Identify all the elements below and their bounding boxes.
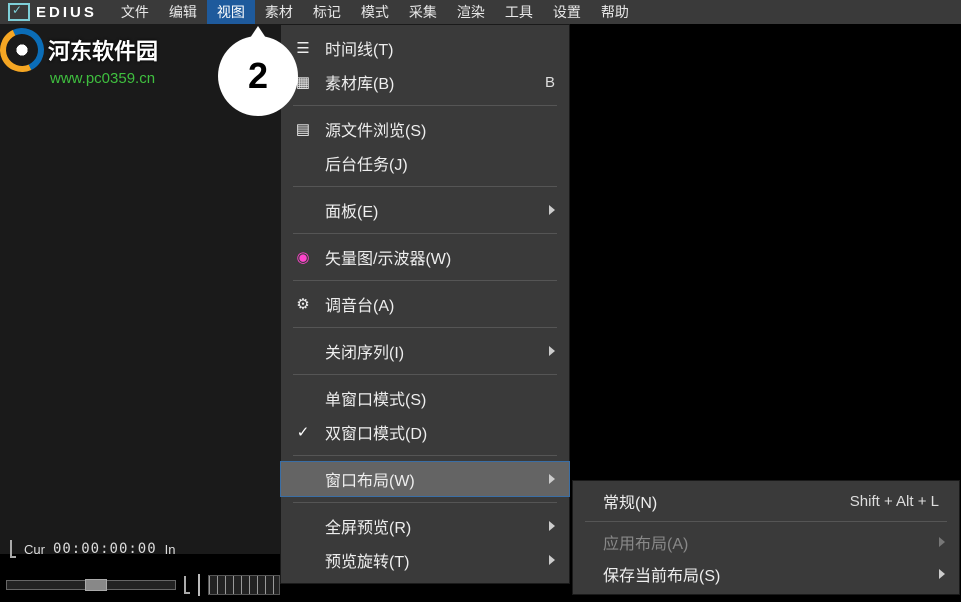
separator [293,374,557,375]
watermark-url: www.pc0359.cn [50,70,158,87]
menu-capture[interactable]: 采集 [399,0,447,24]
separator [585,521,947,522]
menu-mode[interactable]: 模式 [351,0,399,24]
slider-thumb[interactable] [85,579,107,591]
cur-label: Cur [24,542,45,557]
submenu-arrow-icon [549,346,555,356]
menu-panel[interactable]: 面板(E) [281,193,569,227]
menu-source-browser[interactable]: ▤ 源文件浏览(S) [281,112,569,146]
timecode-value: 00:00:00:00 [53,541,157,557]
separator [293,186,557,187]
separator [293,280,557,281]
submenu-arrow-icon [549,474,555,484]
menu-fullscreen-preview[interactable]: 全屏预览(R) [281,509,569,543]
shuttle-slider[interactable] [6,580,176,590]
mixer-icon: ⚙ [291,295,315,313]
separator [293,105,557,106]
zoom-ruler[interactable] [208,575,280,595]
marker-icon [184,576,190,594]
submenu-apply-layout: 应用布局(A) [573,526,959,558]
menu-vectorscope[interactable]: ◉ 矢量图/示波器(W) [281,240,569,274]
bottom-controls [6,574,280,596]
menu-view[interactable]: 视图 [207,0,255,24]
menu-marker[interactable]: 标记 [303,0,351,24]
preview-panel-right [570,24,961,482]
submenu-arrow-icon [549,205,555,215]
browser-icon: ▤ [291,120,315,138]
menu-close-sequence[interactable]: 关闭序列(I) [281,334,569,368]
submenu-normal[interactable]: 常规(N) Shift + Alt + L [573,485,959,517]
menu-window-layout[interactable]: 窗口布局(W) [281,462,569,496]
callout-number: 2 [248,55,268,97]
app-name: EDIUS [36,4,97,21]
divider [198,574,200,596]
menu-timeline[interactable]: ☰ 时间线(T) [281,31,569,65]
submenu-arrow-icon [939,537,945,547]
menu-help[interactable]: 帮助 [591,0,639,24]
menu-clip[interactable]: 素材 [255,0,303,24]
watermark-text: 河东软件园 [48,34,158,66]
app-logo-icon [8,3,30,21]
separator [293,455,557,456]
separator [293,233,557,234]
menu-edit[interactable]: 编辑 [159,0,207,24]
vectorscope-icon: ◉ [291,248,315,266]
in-label: In [165,542,176,557]
separator [293,327,557,328]
separator [293,502,557,503]
watermark: 河东软件园 www.pc0359.cn [0,28,158,87]
submenu-save-layout[interactable]: 保存当前布局(S) [573,558,959,590]
window-layout-submenu: 常规(N) Shift + Alt + L 应用布局(A) 保存当前布局(S) [572,480,960,595]
menu-dual-mode[interactable]: 双窗口模式(D) [281,415,569,449]
menu-single-mode[interactable]: 单窗口模式(S) [281,381,569,415]
timecode-display: Cur 00:00:00:00 In [10,540,176,558]
menu-mixer[interactable]: ⚙ 调音台(A) [281,287,569,321]
check-icon [291,423,315,441]
menu-bin[interactable]: ▦ 素材库(B) B [281,65,569,99]
menubar: EDIUS 文件 编辑 视图 素材 标记 模式 采集 渲染 工具 设置 帮助 [0,0,961,24]
menu-bg-tasks[interactable]: 后台任务(J) [281,146,569,180]
submenu-arrow-icon [549,521,555,531]
menu-preview-rotate[interactable]: 预览旋转(T) [281,543,569,577]
menu-settings[interactable]: 设置 [543,0,591,24]
timeline-icon: ☰ [291,39,315,57]
menu-file[interactable]: 文件 [111,0,159,24]
view-dropdown: ☰ 时间线(T) ▦ 素材库(B) B ▤ 源文件浏览(S) 后台任务(J) 面… [280,24,570,584]
submenu-arrow-icon [939,569,945,579]
watermark-logo-icon [0,28,44,72]
in-marker-icon [10,540,16,558]
submenu-arrow-icon [549,555,555,565]
menu-render[interactable]: 渲染 [447,0,495,24]
menu-tools[interactable]: 工具 [495,0,543,24]
callout-bubble: 2 [218,36,298,116]
